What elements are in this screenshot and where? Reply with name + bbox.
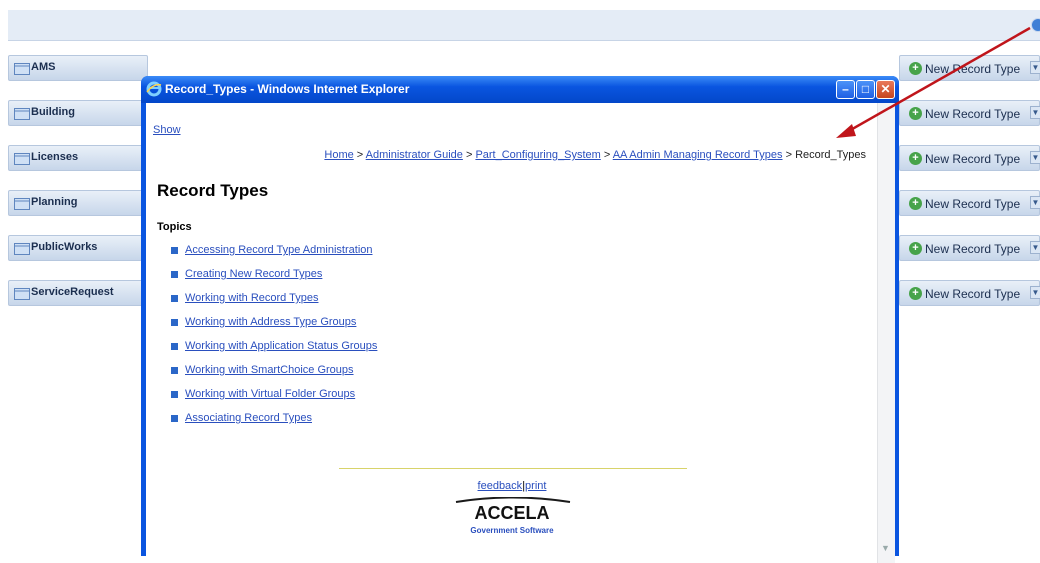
topic-link[interactable]: Working with Record Types [185, 292, 318, 304]
help-content: Show Home > Administrator Guide > Part_C… [146, 103, 895, 563]
add-icon: + [909, 197, 922, 210]
module-label: PublicWorks [31, 241, 98, 253]
topic-link[interactable]: Working with Application Status Groups [185, 340, 377, 352]
bullet-icon [171, 319, 178, 326]
new-record-type-button[interactable]: + New Record Type ▼ [899, 55, 1040, 81]
module-bar-building[interactable]: Building [8, 100, 148, 126]
bullet-icon [171, 295, 178, 302]
module-bar-planning[interactable]: Planning [8, 190, 148, 216]
module-label: ServiceRequest [31, 286, 114, 298]
close-icon: ✕ [880, 82, 891, 96]
new-record-type-button[interactable]: + New Record Type ▼ [899, 190, 1040, 216]
close-button[interactable]: ✕ [876, 80, 895, 99]
add-icon: + [909, 107, 922, 120]
feedback-link[interactable]: feedback [478, 480, 523, 492]
folder-icon [14, 153, 30, 165]
breadcrumb-separator: > [782, 149, 796, 161]
add-icon: + [909, 152, 922, 165]
topic-link[interactable]: Associating Record Types [185, 412, 312, 424]
divider [339, 468, 687, 469]
internet-explorer-icon [146, 81, 162, 97]
module-bar-servicerequest[interactable]: ServiceRequest [8, 280, 148, 306]
maximize-button[interactable]: □ [856, 80, 875, 99]
breadcrumb-separator: > [353, 149, 366, 161]
breadcrumb-link[interactable]: Part_Configuring_System [475, 149, 600, 161]
breadcrumb-link[interactable]: Administrator Guide [366, 149, 463, 161]
bullet-icon [171, 415, 178, 422]
add-icon: + [909, 287, 922, 300]
chevron-down-icon[interactable]: ▼ [1030, 286, 1040, 299]
minimize-icon: – [842, 82, 849, 96]
breadcrumb-separator: > [462, 149, 476, 161]
minimize-button[interactable]: – [836, 80, 855, 99]
window-titlebar[interactable]: Record_Types - Windows Internet Explorer… [141, 76, 899, 103]
module-bar-ams[interactable]: AMS [8, 55, 148, 81]
scroll-down-icon[interactable]: ▼ [881, 543, 890, 553]
new-record-type-label: New Record Type [925, 197, 1021, 211]
breadcrumb-link[interactable]: Home [324, 149, 353, 161]
logo-text: ACCELA [475, 503, 550, 523]
print-link[interactable]: print [525, 480, 546, 492]
chevron-down-icon[interactable]: ▼ [1030, 241, 1040, 254]
topic-link[interactable]: Working with SmartChoice Groups [185, 364, 354, 376]
new-record-type-button[interactable]: + New Record Type ▼ [899, 280, 1040, 306]
add-icon: + [909, 242, 922, 255]
chevron-down-icon[interactable]: ▼ [1030, 61, 1040, 74]
topics-label: Topics [157, 221, 192, 233]
maximize-icon: □ [861, 82, 870, 96]
topic-link[interactable]: Working with Virtual Folder Groups [185, 388, 355, 400]
topic-link[interactable]: Creating New Record Types [185, 268, 322, 280]
module-bar-publicworks[interactable]: PublicWorks [8, 235, 148, 261]
add-icon: + [909, 62, 922, 75]
accela-logo: ACCELA Government Software [455, 497, 571, 535]
module-label: AMS [31, 61, 56, 73]
breadcrumb-current: Record_Types [795, 149, 866, 161]
folder-icon [14, 243, 30, 255]
module-label: Building [31, 106, 75, 118]
chevron-down-icon[interactable]: ▼ [1030, 151, 1040, 164]
folder-icon [14, 63, 30, 75]
top-toolbar [8, 10, 1040, 41]
help-window: Record_Types - Windows Internet Explorer… [141, 76, 899, 563]
breadcrumb-separator: > [600, 149, 613, 161]
vertical-scrollbar[interactable]: ▼ [877, 103, 895, 563]
new-record-type-button[interactable]: + New Record Type ▼ [899, 100, 1040, 126]
module-label: Planning [31, 196, 78, 208]
folder-icon [14, 288, 30, 300]
window-title: Record_Types - Windows Internet Explorer [165, 82, 410, 96]
bullet-icon [171, 271, 178, 278]
footer-links: feedback|print [146, 480, 878, 492]
new-record-type-button[interactable]: + New Record Type ▼ [899, 235, 1040, 261]
folder-icon [14, 198, 30, 210]
new-record-type-label: New Record Type [925, 242, 1021, 256]
breadcrumb: Home > Administrator Guide > Part_Config… [324, 149, 866, 161]
module-label: Licenses [31, 151, 79, 163]
topic-link[interactable]: Accessing Record Type Administration [185, 244, 373, 256]
logo-tagline: Government Software [470, 526, 554, 535]
new-record-type-label: New Record Type [925, 62, 1021, 76]
chevron-down-icon[interactable]: ▼ [1030, 196, 1040, 209]
bullet-icon [171, 247, 178, 254]
help-icon[interactable] [1031, 18, 1040, 32]
chevron-down-icon[interactable]: ▼ [1030, 106, 1040, 119]
new-record-type-label: New Record Type [925, 287, 1021, 301]
bullet-icon [171, 343, 178, 350]
new-record-type-label: New Record Type [925, 152, 1021, 166]
new-record-type-label: New Record Type [925, 107, 1021, 121]
breadcrumb-link[interactable]: AA Admin Managing Record Types [613, 149, 783, 161]
bullet-icon [171, 367, 178, 374]
module-bar-licenses[interactable]: Licenses [8, 145, 148, 171]
bullet-icon [171, 391, 178, 398]
topic-link[interactable]: Working with Address Type Groups [185, 316, 356, 328]
new-record-type-button[interactable]: + New Record Type ▼ [899, 145, 1040, 171]
show-link[interactable]: Show [153, 124, 181, 136]
page-title: Record Types [157, 181, 269, 200]
folder-icon [14, 108, 30, 120]
